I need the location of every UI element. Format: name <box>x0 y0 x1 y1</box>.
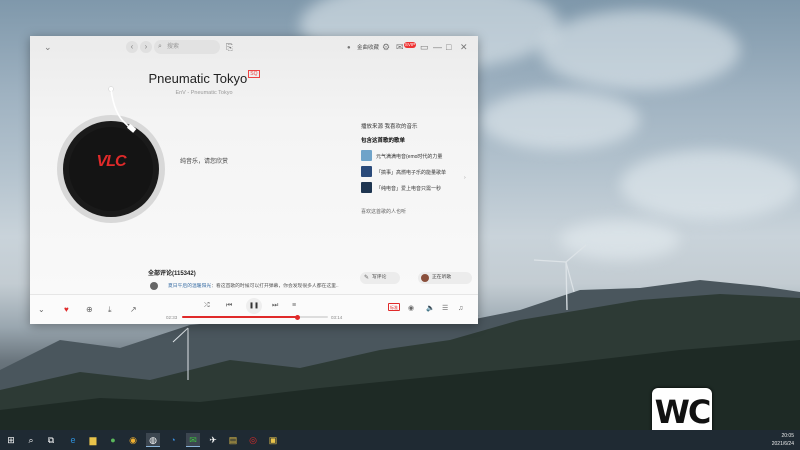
system-clock[interactable]: 20:05 2021/6/24 <box>772 432 794 448</box>
search-icon: ⌕ <box>158 43 162 50</box>
pen-icon: ✎ <box>364 275 370 281</box>
lyrics-icon[interactable]: ≡ <box>292 300 296 312</box>
listening-now-label: 正在听歌 <box>432 275 452 280</box>
pause-button[interactable]: ❚❚ <box>246 298 262 314</box>
vip-badge: SVIP <box>404 42 416 48</box>
app-icon[interactable]: ● <box>106 433 120 447</box>
playlist-item[interactable]: 「搞事」高燃电子乐的能量歌单 <box>361 166 476 178</box>
shuffle-icon[interactable]: ⤮ <box>204 300 210 312</box>
wind-turbine <box>172 327 189 380</box>
player-bar: ⌄ ♥ ⊕ ⤓ ↗ ⤮ ⏮ ❚❚ ⏭ ≡ 02:33 03:14 标准 ◉ 🔈 … <box>30 294 478 324</box>
app-icon[interactable]: ▤ <box>226 433 240 447</box>
side-panel: 播放来源 我喜欢的音乐 包含这首歌的歌单 <box>361 122 476 144</box>
app-icon[interactable]: ◍ <box>146 433 160 447</box>
comment-body: ：看这首歌的时候可以打开弹幕，你会发现很多人都在这里.. <box>211 284 339 289</box>
similar-listeners-link[interactable]: 喜欢这首歌的人也听 <box>361 208 406 215</box>
clock-date: 2021/6/24 <box>771 441 794 447</box>
netease-music-icon[interactable]: ◎ <box>246 433 260 447</box>
next-icon[interactable]: ⏭ <box>272 300 278 312</box>
volume-icon[interactable]: 🔈 <box>426 303 435 315</box>
tonearm-icon <box>108 86 137 133</box>
wind-turbine <box>533 244 587 310</box>
collapse-player-icon[interactable]: ⌄ <box>38 304 45 316</box>
avatar[interactable]: ● <box>347 42 351 54</box>
search-input[interactable]: ⌕ 搜索 <box>154 40 220 54</box>
comment-item: 夏日午后的温暖阳光：看这首歌的时候可以打开弹幕，你会发现很多人都在这里.. <box>148 281 360 291</box>
lyric-line: 纯音乐，请您欣赏 <box>180 159 229 165</box>
task-view-icon[interactable]: ⧉ <box>44 433 58 447</box>
edge-icon[interactable]: e <box>66 433 80 447</box>
user-name[interactable]: 金曲收藏 <box>357 43 379 51</box>
avatar <box>421 274 429 282</box>
app-icon[interactable]: ▣ <box>266 433 280 447</box>
clock-time: 20:05 <box>781 433 794 439</box>
comment-user[interactable]: 夏日午后的温暖阳光 <box>168 284 211 289</box>
search-placeholder: 搜索 <box>167 44 180 50</box>
playlist-cover <box>361 150 372 161</box>
music-notes-icon[interactable]: ♫ <box>458 303 463 315</box>
maximize-icon[interactable]: □ <box>446 41 451 53</box>
file-explorer-icon[interactable]: ▆ <box>86 433 100 447</box>
music-player-window: ⌄ ‹ › ⌕ 搜索 ⎘ ● 金曲收藏 ⚙ ✉ SVIP ▭ — □ ✕ Pne… <box>30 36 478 324</box>
minimize-icon[interactable]: — <box>433 41 442 53</box>
song-title: Pneumatic Tokyo SQ <box>30 70 378 86</box>
voice-search-icon[interactable]: ⎘ <box>226 41 233 53</box>
start-icon[interactable]: ⊞ <box>4 433 18 447</box>
song-title-text: Pneumatic Tokyo <box>148 71 248 86</box>
progress-slider[interactable] <box>182 314 328 320</box>
song-artist-album[interactable]: EnV - Pneumatic Tokyo <box>30 90 378 96</box>
write-comment-label: 写评论 <box>372 275 387 280</box>
comments-header: 全部评论(115342) <box>148 271 196 277</box>
sound-effect-icon[interactable]: ◉ <box>408 303 414 315</box>
playlist-queue-icon[interactable]: ☰ <box>442 303 448 315</box>
playlists-heading: 包含这首歌的歌单 <box>361 138 406 144</box>
playlist-cover <box>361 182 372 193</box>
chrome-icon[interactable]: ◉ <box>126 433 140 447</box>
add-to-playlist-icon[interactable]: ⊕ <box>86 304 93 316</box>
gear-icon[interactable]: ⚙ <box>382 41 390 53</box>
mini-player-icon[interactable]: ▭ <box>420 41 429 53</box>
collapse-icon[interactable]: ⌄ <box>44 41 52 53</box>
title-bar: ⌄ ‹ › ⌕ 搜索 ⎘ ● 金曲收藏 ⚙ ✉ SVIP ▭ — □ ✕ <box>30 36 478 58</box>
quality-tag: SQ <box>248 70 260 78</box>
app-icon[interactable]: ✈ <box>206 433 220 447</box>
mail-icon[interactable]: ✉ <box>396 41 404 53</box>
previous-icon[interactable]: ⏮ <box>226 300 232 312</box>
search-icon[interactable]: ⌕ <box>24 433 38 447</box>
total-time: 03:14 <box>331 315 343 320</box>
heart-icon[interactable]: ♥ <box>64 304 69 316</box>
taskbar: ⊞ ⌕ ⧉ e ▆ ● ◉ ◍ ◔ ✉ ✈ ▤ ◎ ▣ 20:05 2021/6… <box>0 430 800 450</box>
download-icon[interactable]: ⤓ <box>108 304 112 316</box>
wechat-icon[interactable]: ✉ <box>186 433 200 447</box>
scroll-indicator-icon[interactable]: › <box>464 175 466 181</box>
watermark-logo: WC <box>652 388 712 436</box>
comment-text: 夏日午后的温暖阳光：看这首歌的时候可以打开弹幕，你会发现很多人都在这里.. <box>168 282 358 289</box>
playlist-name: 「纯电音」爱上电音只需一秒 <box>376 186 442 192</box>
playlist-item[interactable]: 元气满满电音(emo时代的力量 <box>361 150 476 162</box>
playlist-name: 元气满满电音(emo时代的力量 <box>376 154 443 160</box>
playlist-cover <box>361 166 372 177</box>
playlist-item[interactable]: 「纯电音」爱上电音只需一秒 <box>361 182 476 194</box>
forward-button[interactable]: › <box>140 41 152 53</box>
app-icon[interactable]: ◔ <box>166 433 180 447</box>
avatar[interactable] <box>150 282 158 290</box>
current-time: 02:33 <box>166 315 178 320</box>
quality-button[interactable]: 标准 <box>388 303 400 311</box>
playlist-name: 「搞事」高燃电子乐的能量歌单 <box>376 170 447 176</box>
album-logo: VLC <box>96 153 127 170</box>
share-icon[interactable]: ↗ <box>130 304 137 316</box>
close-icon[interactable]: ✕ <box>460 41 468 53</box>
back-button[interactable]: ‹ <box>126 41 138 53</box>
play-source[interactable]: 播放来源 我喜欢的音乐 <box>361 122 476 130</box>
listening-now-button[interactable]: 正在听歌 <box>418 272 472 284</box>
write-comment-button[interactable]: ✎ 写评论 <box>360 272 400 284</box>
